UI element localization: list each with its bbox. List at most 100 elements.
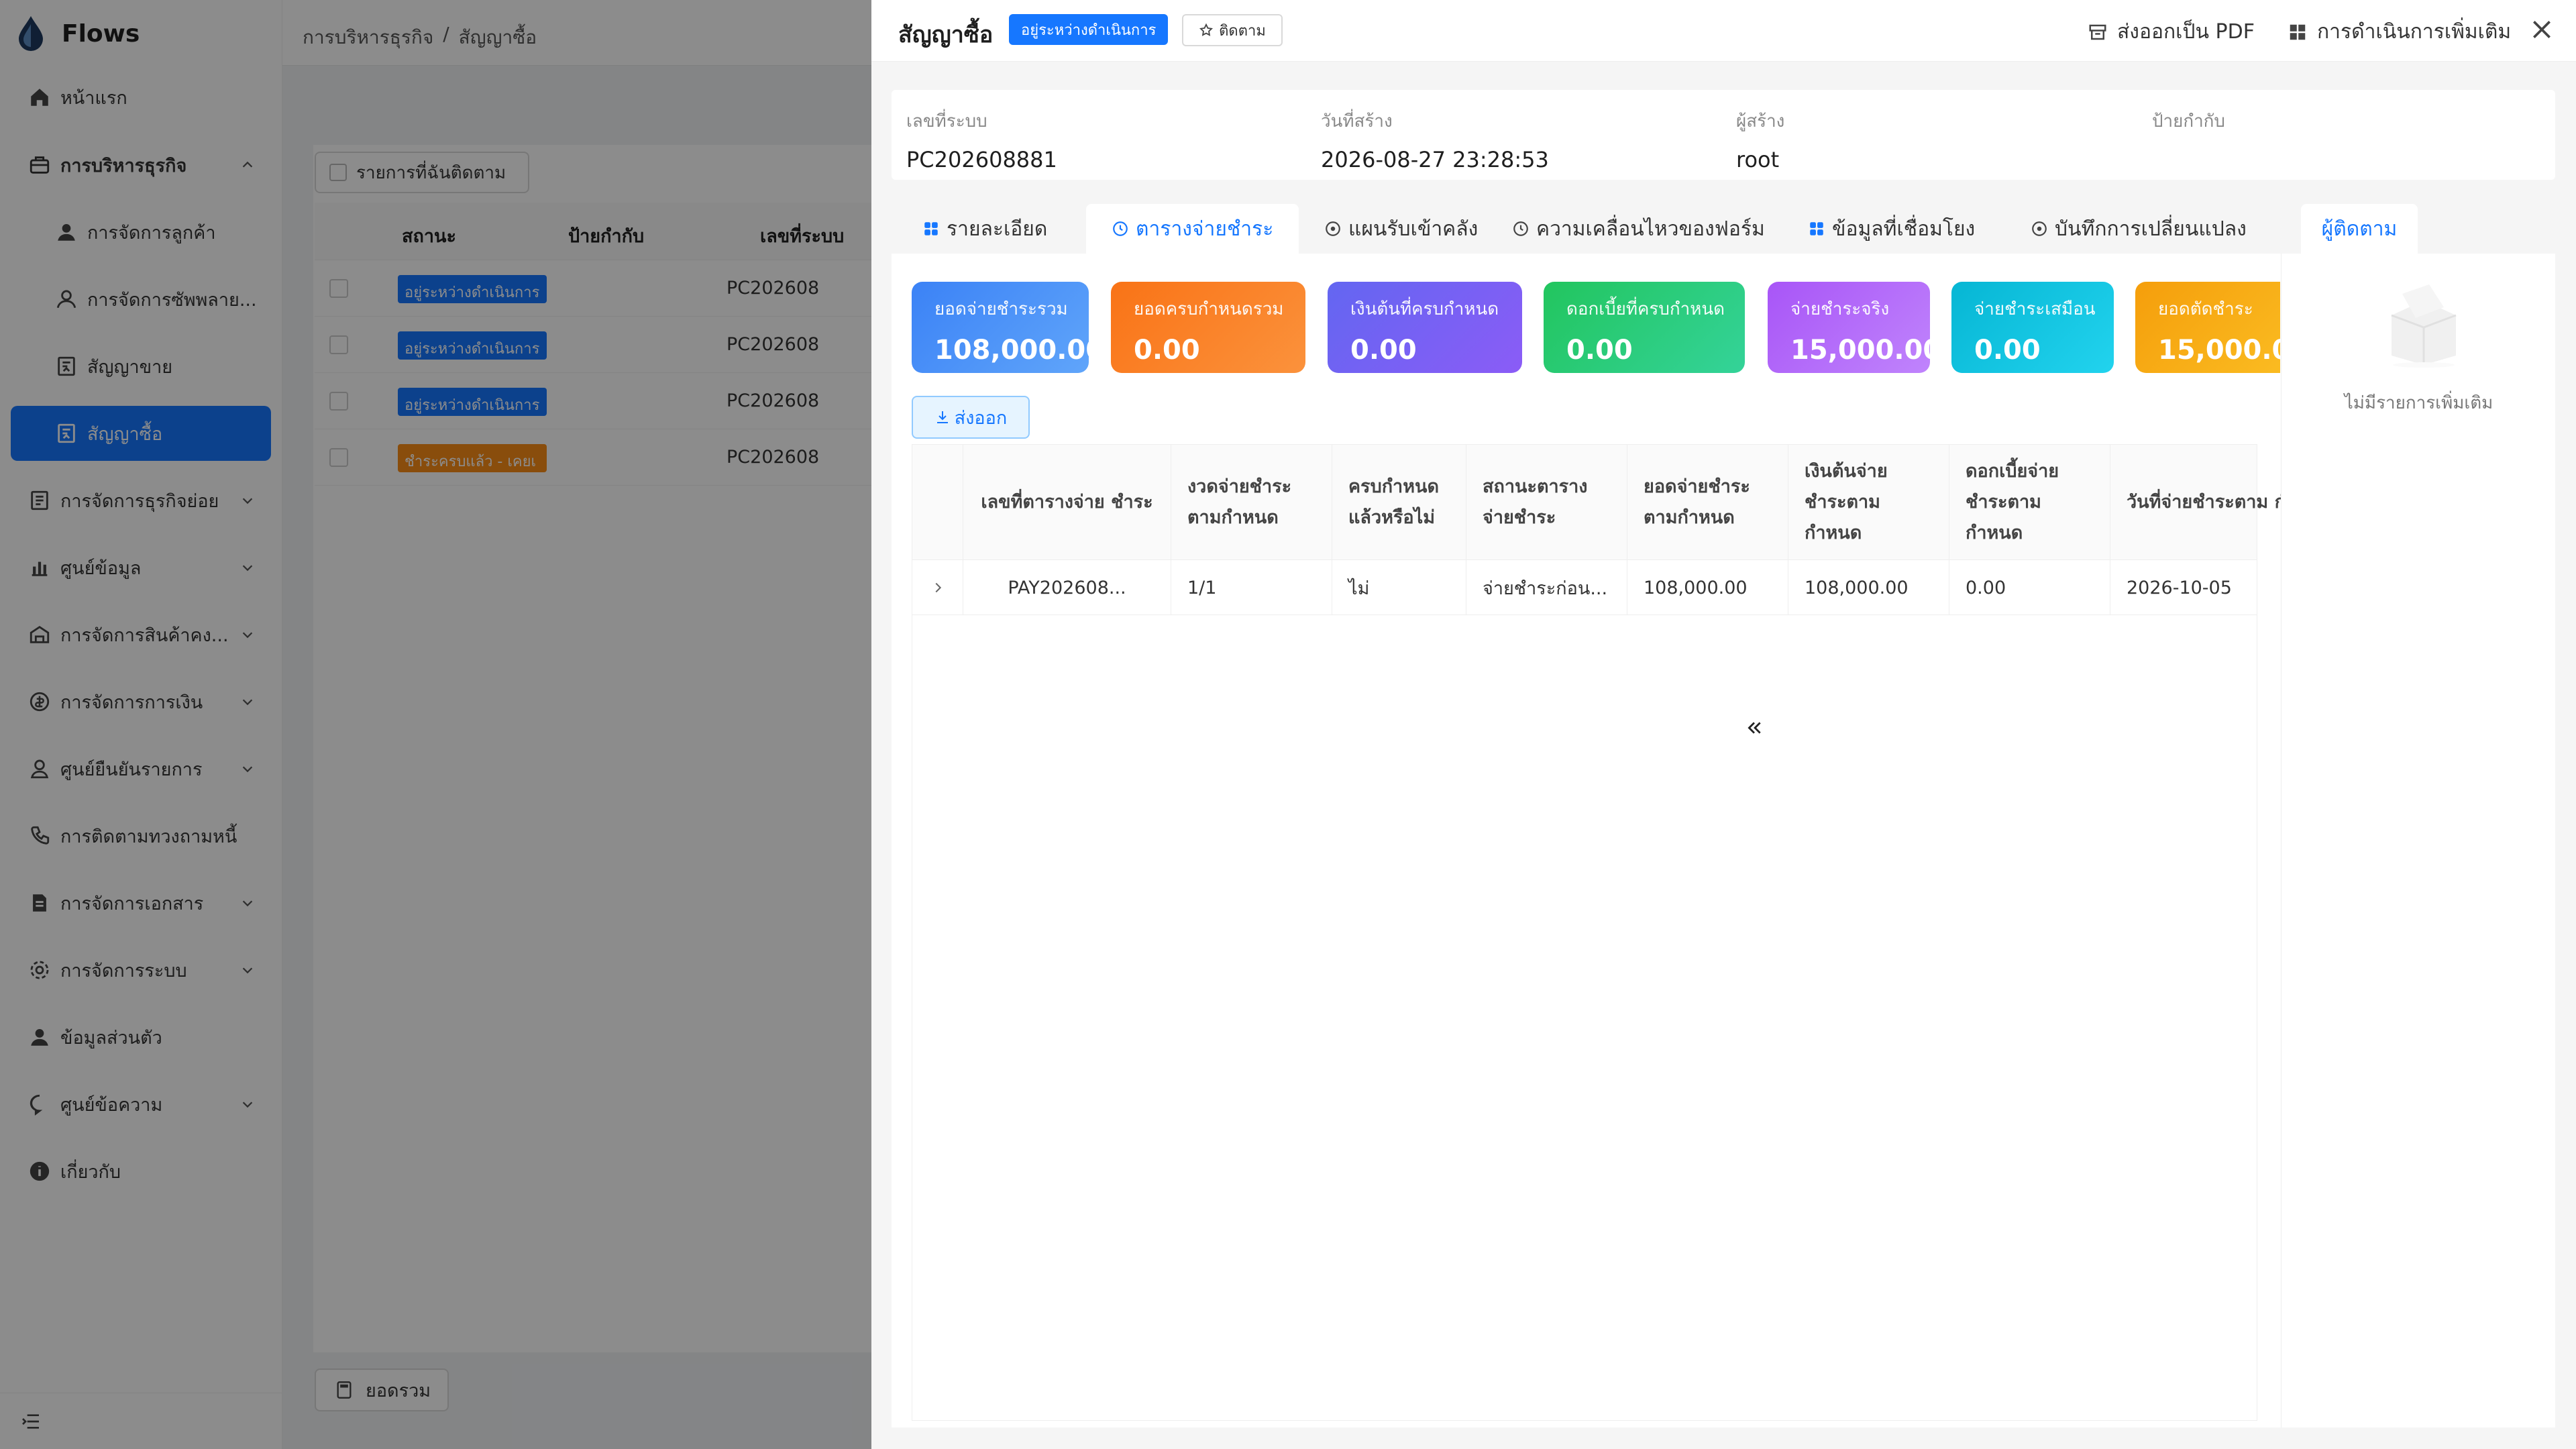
expand-column <box>912 445 963 560</box>
info-created: วันที่สร้าง 2026-08-27 23:28:53 <box>1321 107 1549 172</box>
clock-icon <box>1113 221 1128 236</box>
tab-label: รายละเอียด <box>947 217 1048 241</box>
column-scheduled-interest[interactable]: ดอกเบี้ยจ่าย ชำระตาม กำหนด <box>1949 445 2110 560</box>
target-icon <box>1326 221 1340 236</box>
cell-schedule-status: จ่ายชำระก่อน... <box>1466 560 1627 615</box>
cell-is-due: ไม่ <box>1332 560 1466 615</box>
star-icon <box>1199 23 1214 36</box>
cell-scheduled-date: 2026-10-05 <box>2127 577 2232 598</box>
modal-mask[interactable] <box>0 0 871 1449</box>
kpi-value: 15,000.00 <box>1790 335 1942 366</box>
download-icon <box>936 411 948 423</box>
column-scheduled-amount[interactable]: ยอดจ่ายชำระ ตามกำหนด <box>1627 445 1788 560</box>
close-icon[interactable] <box>2528 16 2555 43</box>
kpi-strip: ยอดจ่ายชำระรวม 108,000.00 ยอดครบกำหนดรวม… <box>912 282 2280 373</box>
payment-schedule-panel: ยอดจ่ายชำระรวม 108,000.00 ยอดครบกำหนดรวม… <box>892 254 2332 1428</box>
tab-form-activity[interactable]: ความเคลื่อนไหวของฟอร์ม <box>1512 204 1765 254</box>
kpi-interest-due: ดอกเบี้ยที่ครบกำหนด 0.00 <box>1544 282 1745 373</box>
export-pdf-button[interactable]: ส่งออกเป็น PDF <box>2088 16 2255 48</box>
kpi-label: ดอกเบี้ยที่ครบกำหนด <box>1566 299 1725 319</box>
info-creator: ผู้สร้าง root <box>1736 107 1784 172</box>
column-installment[interactable]: งวดจ่ายชำระ ตามกำหนด <box>1171 445 1332 560</box>
empty-box-icon <box>2391 284 2457 368</box>
cell-scheduled-amount: 108,000.00 <box>1627 560 1788 615</box>
info-system-no: เลขที่ระบบ PC202608881 <box>906 107 1057 172</box>
column-is-due[interactable]: ครบกำหนด แล้วหรือไม่ <box>1332 445 1466 560</box>
empty-text: ไม่มีรายการเพิ่มเติม <box>2344 393 2493 413</box>
column-schedule-no[interactable]: เลขที่ตารางจ่าย ชำระ <box>963 445 1171 560</box>
drawer-tabs: รายละเอียด ตารางจ่ายชำระ แผนรับเข้าคลัง … <box>892 204 2555 254</box>
kpi-virtual-paid: จ่ายชำระเสมือน 0.00 <box>1951 282 2114 373</box>
follow-label: ติดตาม <box>1219 22 1266 40</box>
header-label: ดอกเบี้ยจ่าย ชำระตาม กำหนด <box>1966 461 2059 543</box>
tab-details[interactable]: รายละเอียด <box>922 204 1047 254</box>
tab-label: แผนรับเข้าคลัง <box>1348 217 1479 241</box>
printer-icon <box>2089 24 2106 40</box>
kpi-value: 0.00 <box>1566 335 1633 366</box>
info-label: เลขที่ระบบ <box>906 111 987 131</box>
row-expand[interactable] <box>912 560 963 615</box>
table-row[interactable]: PAY202608... 1/1 ไม่ จ่ายชำระก่อน... 108… <box>912 560 2257 615</box>
export-pdf-label: ส่งออกเป็น PDF <box>2117 20 2255 44</box>
more-actions-button[interactable]: การดำเนินการเพิ่มเติม <box>2288 16 2511 48</box>
header-label: เลขที่ตารางจ่าย ชำระ <box>981 492 1153 513</box>
header-label: งวดจ่ายชำระ ตามกำหนด <box>1187 476 1292 528</box>
column-scheduled-principal[interactable]: เงินต้นจ่าย ชำระตาม กำหนด <box>1788 445 1949 560</box>
kpi-principal-due: เงินต้นที่ครบกำหนด 0.00 <box>1328 282 1522 373</box>
export-label: ส่งออก <box>954 407 1008 429</box>
kpi-value: 0.00 <box>1974 335 2041 366</box>
cell-scheduled-principal: 108,000.00 <box>1788 560 1949 615</box>
grid-icon <box>2290 24 2306 40</box>
contract-drawer: สัญญาซื้อ อยู่ระหว่างดำเนินการ ติดตาม ส่… <box>871 0 2576 1449</box>
drawer-title: สัญญาซื้อ <box>898 21 994 48</box>
tab-followers[interactable]: ผู้ติดตาม <box>2301 204 2418 254</box>
tab-label: ผู้ติดตาม <box>2321 217 2398 241</box>
chevron-right-icon <box>935 582 941 593</box>
payment-table: เลขที่ตารางจ่าย ชำระ งวดจ่ายชำระ ตามกำหน… <box>912 444 2332 1421</box>
header-label: สถานะตาราง จ่ายชำระ <box>1483 476 1588 528</box>
double-chevron-left-icon[interactable] <box>1746 718 1763 738</box>
info-label: ผู้สร้าง <box>1736 111 1785 131</box>
cell-schedule-no: PAY202608... <box>963 560 1171 615</box>
kpi-total-payment: ยอดจ่ายชำระรวม 108,000.00 <box>912 282 1105 373</box>
kpi-label: ยอดครบกำหนดรวม <box>1134 299 1284 319</box>
header-label: ยอดจ่ายชำระ ตามกำหนด <box>1644 476 1750 528</box>
cell-installment: 1/1 <box>1171 560 1332 615</box>
column-schedule-status[interactable]: สถานะตาราง จ่ายชำระ <box>1466 445 1627 560</box>
info-tag: ป้ายกำกับ <box>2152 107 2225 147</box>
tab-linked-data[interactable]: ข้อมูลที่เชื่อมโยง <box>1808 204 1975 254</box>
more-actions-label: การดำเนินการเพิ่มเติม <box>2317 20 2512 44</box>
table-header: เลขที่ตารางจ่าย ชำระ งวดจ่ายชำระ ตามกำหน… <box>912 445 2332 560</box>
header-label: ครบกำหนด แล้วหรือไม่ <box>1348 476 1439 528</box>
export-button[interactable]: ส่งออก <box>912 396 1030 439</box>
tab-label: ความเคลื่อนไหวของฟอร์ม <box>1536 217 1765 241</box>
apps-icon <box>924 222 938 235</box>
apps-icon <box>1810 222 1823 235</box>
info-label: วันที่สร้าง <box>1321 111 1393 131</box>
tab-label: ข้อมูลที่เชื่อมโยง <box>1832 217 1976 241</box>
kpi-label: เงินต้นที่ครบกำหนด <box>1350 299 1499 319</box>
tab-label: ตารางจ่ายชำระ <box>1136 217 1274 241</box>
kpi-value: 108,000.00 <box>934 335 1105 366</box>
tab-payment-schedule[interactable]: ตารางจ่ายชำระ <box>1086 204 1299 254</box>
info-label: ป้ายกำกับ <box>2152 111 2225 131</box>
kpi-writeoff: ยอดตัดชำระ 15,000.0 <box>2135 282 2280 373</box>
column-scheduled-date[interactable]: วันที่จ่ายชำระตาม กำหนด <box>2110 445 2332 560</box>
kpi-label: ยอดจ่ายชำระรวม <box>934 299 1068 319</box>
kpi-value: 0.00 <box>1134 335 1200 366</box>
kpi-label: ยอดตัดชำระ <box>2158 299 2253 319</box>
kpi-actual-paid: จ่ายชำระจริง 15,000.00 <box>1768 282 1942 373</box>
info-card: เลขที่ระบบ PC202608881 วันที่สร้าง 2026-… <box>892 90 2555 180</box>
header-label: เงินต้นจ่าย ชำระตาม กำหนด <box>1805 461 1888 543</box>
info-value: PC202608881 <box>906 147 1057 172</box>
drawer-header: สัญญาซื้อ อยู่ระหว่างดำเนินการ ติดตาม ส่… <box>871 0 2576 62</box>
kpi-label: จ่ายชำระเสมือน <box>1974 299 2096 319</box>
info-value: 2026-08-27 23:28:53 <box>1321 147 1549 172</box>
follow-button[interactable]: ติดตาม <box>1182 14 1283 46</box>
kpi-value: 15,000.0 <box>2158 335 2280 366</box>
cell-scheduled-interest: 0.00 <box>1949 560 2110 615</box>
kpi-total-due: ยอดครบกำหนดรวม 0.00 <box>1111 282 1305 373</box>
tab-change-log[interactable]: บันทึกการเปลี่ยนแปลง <box>2031 204 2247 254</box>
tab-label: บันทึกการเปลี่ยนแปลง <box>2055 217 2247 241</box>
tab-receiving-plan[interactable]: แผนรับเข้าคลัง <box>1324 204 1478 254</box>
